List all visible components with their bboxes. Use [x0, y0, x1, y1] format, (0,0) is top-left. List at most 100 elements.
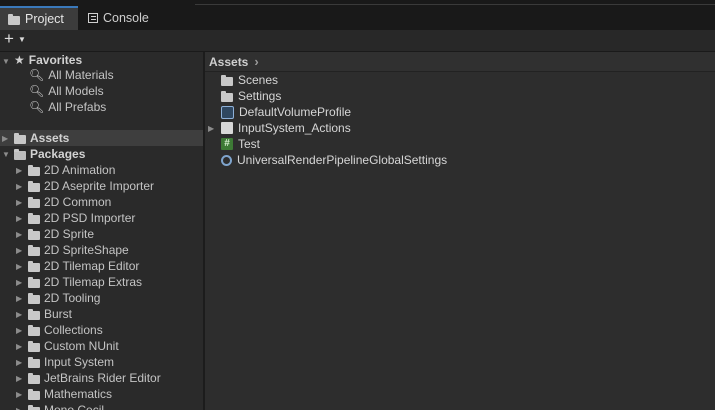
- folder-icon: [28, 212, 40, 224]
- breadcrumb-assets[interactable]: Assets: [209, 55, 248, 69]
- package-expand-arrow[interactable]: ▶: [16, 198, 22, 207]
- folder-icon: [28, 388, 40, 400]
- package-expand-arrow[interactable]: ▶: [16, 326, 22, 335]
- folder-icon: [28, 244, 40, 256]
- star-icon: ★: [14, 53, 25, 67]
- favorites-item-label: All Materials: [48, 68, 114, 82]
- favorites-item-label: All Prefabs: [48, 100, 107, 114]
- package-expand-arrow[interactable]: ▶: [16, 230, 22, 239]
- sidebar-item-packages-label: Packages: [30, 147, 86, 161]
- sidebar-package-item[interactable]: 2D Aseprite Importer: [28, 178, 154, 194]
- favorites-expand-arrow[interactable]: ▼: [2, 57, 10, 66]
- package-label: Mathematics: [44, 387, 113, 401]
- file-default-volume-profile[interactable]: DefaultVolumeProfile: [221, 104, 351, 120]
- folder-icon: [8, 13, 20, 25]
- file-label: Test: [238, 137, 261, 151]
- file-test-script[interactable]: # Test: [221, 136, 260, 152]
- assets-expand-arrow[interactable]: ▶: [2, 134, 8, 143]
- package-label: JetBrains Rider Editor: [44, 371, 161, 385]
- folder-icon: [28, 324, 40, 336]
- sidebar-item-packages[interactable]: Packages: [14, 146, 85, 162]
- package-label: 2D Tooling: [44, 291, 101, 305]
- favorites-item[interactable]: 🔍︎ All Models: [29, 83, 104, 99]
- render-settings-icon: [221, 154, 232, 166]
- search-icon: 🔍︎: [29, 100, 45, 114]
- package-expand-arrow[interactable]: ▶: [16, 214, 22, 223]
- folder-icon: [28, 404, 40, 410]
- package-expand-arrow[interactable]: ▶: [16, 310, 22, 319]
- package-expand-arrow[interactable]: ▶: [16, 342, 22, 351]
- sidebar-package-item[interactable]: Burst: [28, 306, 72, 322]
- folder-icon: [28, 180, 40, 192]
- chevron-right-icon: ›: [254, 54, 259, 69]
- package-label: 2D Common: [44, 195, 112, 209]
- sidebar-item-assets[interactable]: Assets: [0, 130, 203, 146]
- package-expand-arrow[interactable]: ▶: [16, 294, 22, 303]
- search-icon: 🔍︎: [29, 84, 45, 98]
- folder-icon: [28, 292, 40, 304]
- sidebar-package-item[interactable]: 2D Tilemap Editor: [28, 258, 139, 274]
- volume-profile-icon: [221, 105, 234, 119]
- sidebar-package-item[interactable]: Mathematics: [28, 386, 112, 402]
- package-label: 2D Tilemap Extras: [44, 275, 143, 289]
- file-label: Settings: [238, 89, 282, 103]
- chevron-down-icon[interactable]: ▼: [18, 35, 26, 44]
- folder-open-icon: [14, 148, 26, 160]
- favorites-header[interactable]: ★ Favorites: [14, 52, 82, 68]
- package-label: Collections: [44, 323, 103, 337]
- package-expand-arrow[interactable]: ▶: [16, 182, 22, 191]
- package-expand-arrow[interactable]: ▶: [16, 278, 22, 287]
- sidebar-package-item[interactable]: JetBrains Rider Editor: [28, 370, 161, 386]
- asset-browser: Assets › Scenes Settings DefaultVolumePr…: [205, 52, 715, 410]
- folder-icon: [28, 372, 40, 384]
- tab-project[interactable]: Project: [0, 6, 78, 30]
- file-settings[interactable]: Settings: [221, 88, 281, 104]
- sidebar-package-item[interactable]: Input System: [28, 354, 114, 370]
- package-label: 2D SpriteShape: [44, 243, 129, 257]
- tab-console-label: Console: [103, 11, 149, 25]
- package-label: Input System: [44, 355, 115, 369]
- file-scenes[interactable]: Scenes: [221, 72, 278, 88]
- packages-expand-arrow[interactable]: ▼: [2, 150, 10, 159]
- sidebar-package-item[interactable]: 2D Tooling: [28, 290, 100, 306]
- breadcrumb: Assets ›: [205, 52, 715, 72]
- file-label: Scenes: [238, 73, 279, 87]
- folder-icon: [28, 260, 40, 272]
- package-expand-arrow[interactable]: ▶: [16, 166, 22, 175]
- package-label: Mono Cecil: [44, 403, 105, 410]
- package-label: 2D Tilemap Editor: [44, 259, 140, 273]
- file-input-system-actions[interactable]: InputSystem_Actions: [221, 120, 351, 136]
- sidebar-package-item[interactable]: Collections: [28, 322, 103, 338]
- favorites-label: Favorites: [28, 53, 83, 67]
- sidebar-package-item[interactable]: 2D Sprite: [28, 226, 94, 242]
- sidebar-package-item[interactable]: 2D Tilemap Extras: [28, 274, 142, 290]
- package-label: 2D Animation: [44, 163, 116, 177]
- package-expand-arrow[interactable]: ▶: [16, 390, 22, 399]
- package-expand-arrow[interactable]: ▶: [16, 358, 22, 367]
- package-expand-arrow[interactable]: ▶: [16, 406, 22, 410]
- sidebar-package-item[interactable]: Custom NUnit: [28, 338, 119, 354]
- tab-console[interactable]: Console: [80, 6, 157, 30]
- console-icon: [88, 13, 98, 23]
- package-expand-arrow[interactable]: ▶: [16, 246, 22, 255]
- folder-icon: [28, 276, 40, 288]
- sidebar-package-item[interactable]: 2D Animation: [28, 162, 115, 178]
- sidebar-item-assets-label: Assets: [30, 131, 70, 145]
- favorites-item[interactable]: 🔍︎ All Materials: [29, 67, 114, 83]
- sidebar-package-item[interactable]: 2D PSD Importer: [28, 210, 135, 226]
- input-actions-expand-arrow[interactable]: ▶: [208, 124, 214, 133]
- sidebar-package-item[interactable]: 2D Common: [28, 194, 111, 210]
- favorites-item[interactable]: 🔍︎ All Prefabs: [29, 99, 106, 115]
- add-button[interactable]: +: [4, 29, 14, 49]
- sidebar-package-item[interactable]: Mono Cecil: [28, 402, 104, 410]
- package-expand-arrow[interactable]: ▶: [16, 262, 22, 271]
- package-label: Burst: [44, 307, 73, 321]
- package-label: 2D Aseprite Importer: [44, 179, 155, 193]
- project-sidebar: ▼ ★ Favorites 🔍︎ All Materials 🔍︎ All Mo…: [0, 52, 203, 410]
- folder-icon: [28, 340, 40, 352]
- sidebar-package-item[interactable]: 2D SpriteShape: [28, 242, 129, 258]
- package-expand-arrow[interactable]: ▶: [16, 374, 22, 383]
- search-icon: 🔍︎: [29, 68, 45, 82]
- file-urp-global-settings[interactable]: UniversalRenderPipelineGlobalSettings: [221, 152, 447, 168]
- folder-icon: [221, 74, 233, 86]
